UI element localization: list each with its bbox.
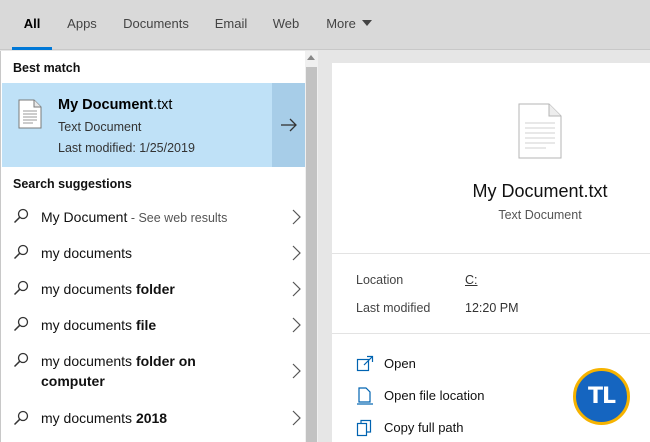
file-location-icon bbox=[357, 387, 373, 405]
chevron-right-icon bbox=[292, 281, 301, 297]
search-filter-tabs: All Apps Documents Email Web More bbox=[0, 0, 650, 50]
suggestion-text: my documents 2018 bbox=[41, 408, 167, 428]
open-action[interactable]: Open bbox=[356, 353, 556, 375]
text-document-large-icon bbox=[518, 103, 562, 159]
open-file-location-action[interactable]: Open file location bbox=[356, 385, 556, 407]
tab-more[interactable]: More bbox=[318, 0, 380, 50]
last-modified-value: 12:20 PM bbox=[465, 301, 519, 315]
suggestion-text: my documents folder bbox=[41, 279, 175, 299]
scrollbar-thumb[interactable] bbox=[306, 67, 317, 442]
open-label: Open bbox=[384, 356, 416, 371]
best-match-type: Text Document bbox=[58, 120, 142, 134]
chevron-right-icon bbox=[292, 245, 301, 261]
best-match-heading: Best match bbox=[13, 61, 81, 75]
search-icon bbox=[13, 208, 29, 224]
arrow-right-icon bbox=[280, 118, 297, 132]
scroll-up-arrow-icon[interactable] bbox=[307, 55, 315, 60]
suggestion-item[interactable]: my documents folder bbox=[2, 273, 306, 305]
suggestion-item[interactable]: my documents 2018 bbox=[2, 403, 306, 435]
copy-full-path-label: Copy full path bbox=[384, 420, 464, 435]
divider bbox=[332, 333, 650, 334]
tab-more-label: More bbox=[326, 16, 356, 31]
tab-all[interactable]: All bbox=[12, 0, 52, 50]
search-icon bbox=[13, 352, 29, 368]
best-match-modified: Last modified: 1/25/2019 bbox=[58, 141, 195, 155]
suggestion-plain: my documents bbox=[41, 317, 136, 333]
preview-file-type: Text Document bbox=[498, 208, 582, 222]
suggestion-item[interactable]: my documents folder on computer bbox=[2, 345, 306, 399]
chevron-right-icon bbox=[292, 410, 301, 426]
results-scrollbar[interactable] bbox=[305, 51, 318, 442]
suggestion-plain: my documents bbox=[41, 353, 136, 369]
results-pane: Best match My Document.txt Text Document… bbox=[0, 51, 305, 442]
best-match-result[interactable]: My Document.txt Text Document Last modif… bbox=[2, 83, 272, 167]
preview-file-name: My Document.txt bbox=[472, 181, 608, 201]
watermark-logo-text: TL bbox=[587, 384, 616, 409]
best-match-title: My Document.txt bbox=[58, 97, 172, 113]
chevron-right-icon bbox=[292, 209, 301, 225]
suggestion-plain: my documents bbox=[41, 281, 136, 297]
tab-web[interactable]: Web bbox=[266, 0, 306, 50]
watermark-logo: TL bbox=[573, 368, 630, 425]
suggestion-plain: my documents bbox=[41, 245, 133, 261]
divider bbox=[332, 253, 650, 254]
search-icon bbox=[13, 410, 29, 426]
suggestion-bold: folder on bbox=[135, 353, 196, 369]
search-icon bbox=[13, 316, 29, 332]
suggestion-bold-line2: computer bbox=[41, 373, 105, 389]
suggestion-text: my documents bbox=[41, 243, 132, 263]
tab-documents[interactable]: Documents bbox=[114, 0, 198, 50]
search-icon bbox=[13, 244, 29, 260]
suggestion-text: my documents file bbox=[41, 315, 156, 335]
last-modified-label: Last modified bbox=[356, 301, 431, 315]
suggestion-item[interactable]: My Document - See web results bbox=[2, 201, 306, 233]
suggestion-bold: 2018 bbox=[135, 410, 168, 426]
open-file-location-label: Open file location bbox=[384, 388, 485, 403]
suggestion-bold: file bbox=[135, 317, 157, 333]
chevron-right-icon bbox=[292, 363, 301, 379]
open-preview-button[interactable] bbox=[272, 83, 305, 167]
search-suggestions-heading: Search suggestions bbox=[13, 177, 132, 191]
best-match-title-bold: My Document bbox=[58, 97, 154, 113]
location-link[interactable]: C: bbox=[465, 273, 478, 287]
chevron-right-icon bbox=[292, 317, 301, 333]
suggestion-hint: - See web results bbox=[127, 211, 228, 225]
suggestion-bold: folder bbox=[135, 281, 175, 297]
location-label: Location bbox=[356, 273, 404, 287]
text-document-icon bbox=[18, 99, 42, 129]
suggestion-text: My Document - See web results bbox=[41, 207, 227, 228]
suggestion-item[interactable]: my documents file bbox=[2, 309, 306, 341]
search-icon bbox=[13, 280, 29, 296]
suggestion-plain: my documents bbox=[41, 410, 136, 426]
copy-icon bbox=[356, 419, 372, 437]
copy-full-path-action[interactable]: Copy full path bbox=[356, 417, 556, 439]
tab-email[interactable]: Email bbox=[207, 0, 255, 50]
suggestion-text: my documents folder on computer bbox=[41, 351, 196, 391]
suggestion-item[interactable]: my documents bbox=[2, 237, 306, 269]
open-icon bbox=[356, 355, 374, 372]
suggestion-plain: My Document bbox=[41, 209, 128, 225]
caret-down-icon bbox=[361, 20, 372, 26]
tab-apps[interactable]: Apps bbox=[60, 0, 104, 50]
best-match-title-ext: .txt bbox=[153, 97, 173, 113]
